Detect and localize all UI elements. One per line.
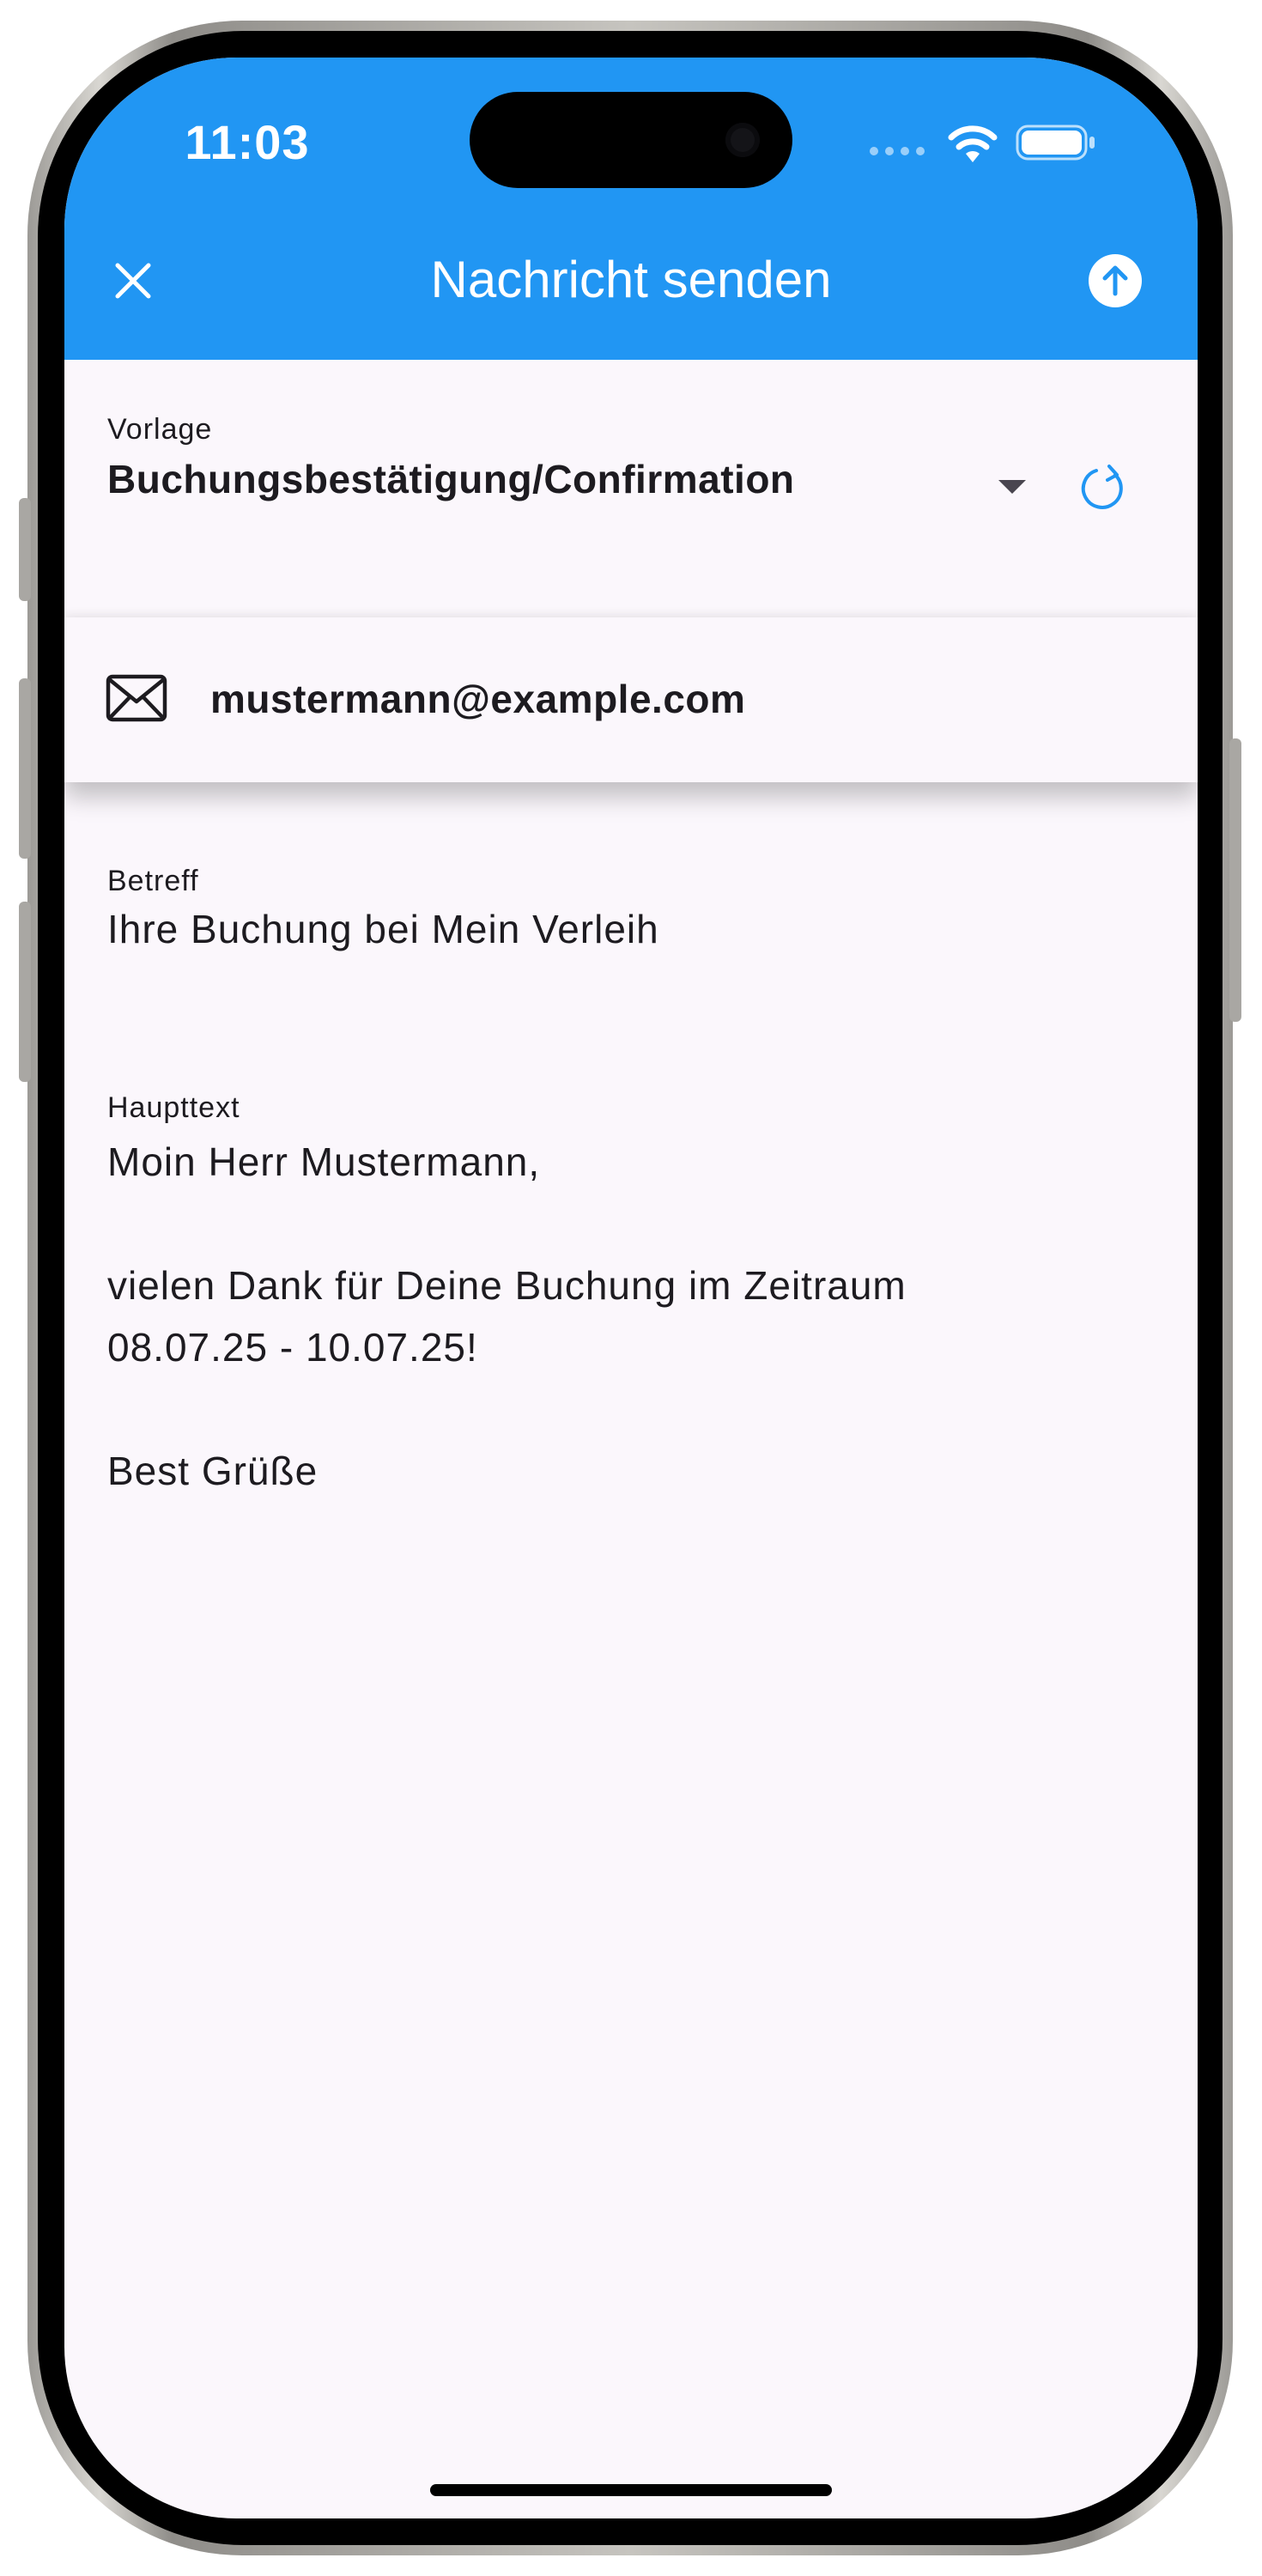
send-button[interactable]	[1083, 248, 1148, 313]
wifi-icon	[948, 125, 998, 162]
app-bar: 11:03 Nachricht senden	[64, 58, 1198, 360]
refresh-button[interactable]	[1060, 446, 1146, 532]
status-time: 11:03	[185, 115, 310, 169]
recipient-email: mustermann@example.com	[210, 677, 746, 721]
template-label: Vorlage	[107, 413, 213, 446]
volume-up-button	[19, 678, 31, 859]
body-line	[107, 1378, 1155, 1440]
volume-down-button	[19, 902, 31, 1082]
subject-label: Betreff	[107, 865, 199, 897]
home-indicator[interactable]	[430, 2484, 832, 2496]
body-line: Moin Herr Mustermann,	[107, 1139, 541, 1184]
action-button	[19, 498, 31, 601]
refresh-icon	[1081, 465, 1123, 509]
body-line	[107, 1193, 1155, 1255]
send-arrow-up-icon	[1089, 254, 1142, 307]
recipient-card[interactable]: mustermann@example.com	[64, 617, 1198, 782]
body-line: Best Grüße	[107, 1449, 319, 1493]
battery-icon	[1016, 125, 1095, 161]
close-button[interactable]	[99, 246, 167, 315]
subject-field[interactable]: Ihre Buchung bei Mein Verleih	[107, 906, 659, 952]
dropdown-arrow-icon[interactable]	[998, 480, 1026, 494]
mail-icon	[106, 674, 167, 722]
screen: 11:03 Nachricht senden Vorlage Buchungsb…	[64, 58, 1198, 2518]
body-line: vielen Dank für Deine Buchung im Zeitrau…	[107, 1263, 907, 1308]
page-title: Nachricht senden	[430, 251, 832, 308]
close-icon	[115, 263, 151, 299]
body-field[interactable]: Moin Herr Mustermann, vielen Dank für De…	[107, 1131, 1155, 1502]
template-dropdown-value[interactable]: Buchungsbestätigung/Confirmation	[107, 456, 795, 502]
camera-icon	[725, 123, 760, 157]
body-label: Haupttext	[107, 1091, 240, 1124]
body-line: 08.07.25 - 10.07.25!	[107, 1325, 478, 1370]
power-button	[1229, 738, 1241, 1022]
dynamic-island	[470, 92, 792, 188]
cellular-signal-icon	[870, 147, 925, 155]
template-selector[interactable]: Vorlage Buchungsbestätigung/Confirmation	[64, 360, 1198, 626]
